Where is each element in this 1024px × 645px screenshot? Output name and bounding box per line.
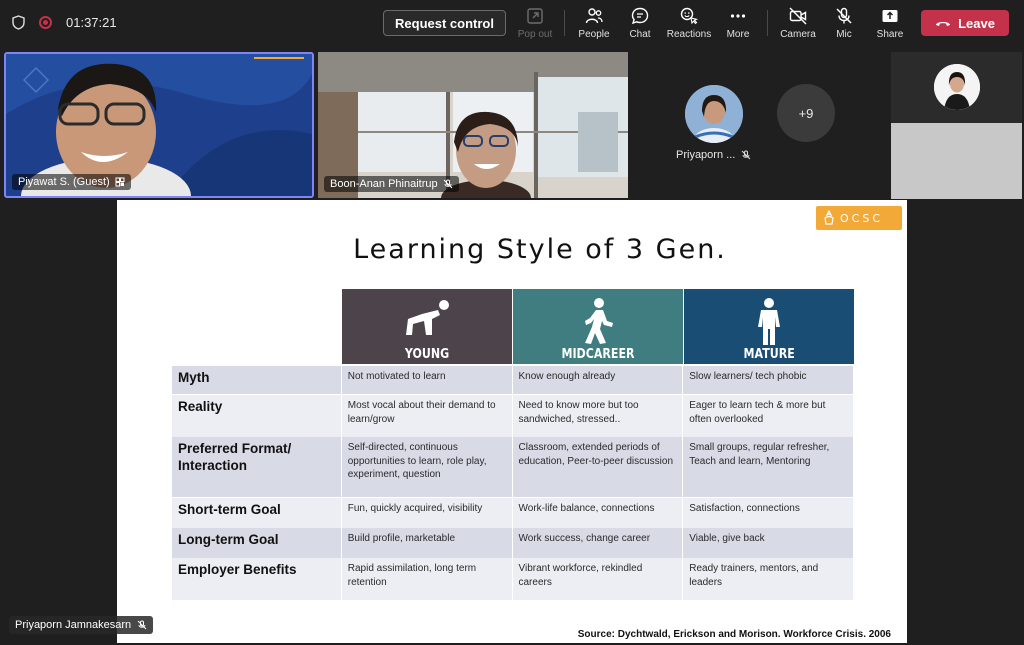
mic-off-icon	[443, 179, 452, 189]
share-button[interactable]: Share	[865, 6, 915, 42]
ocsc-emblem-icon	[824, 210, 834, 225]
camera-label: Camera	[780, 29, 816, 40]
row-category: Long-term Goal	[172, 528, 342, 558]
meeting-timer: 01:37:21	[66, 15, 117, 30]
cell-midcareer: Need to know more but too sandwiched, st…	[513, 395, 684, 437]
row-category: Employer Benefits	[172, 558, 342, 600]
cell-young: Build profile, marketable	[342, 528, 513, 558]
participant-name: Priyaporn ...	[676, 149, 736, 161]
cell-midcareer: Classroom, extended periods of education…	[513, 437, 684, 497]
cell-mature: Viable, give back	[683, 528, 854, 558]
pop-out-button[interactable]: Pop out	[510, 6, 560, 42]
cell-mature: Satisfaction, connections	[683, 498, 854, 528]
cell-midcareer: Know enough already	[513, 366, 684, 394]
cell-mature: Small groups, regular refresher, Teach a…	[683, 437, 854, 497]
share-icon	[882, 10, 898, 22]
row-category: Short-term Goal	[172, 498, 342, 528]
mic-off-icon	[836, 7, 852, 24]
cell-midcareer: Work-life balance, connections	[513, 498, 684, 528]
standing-person-icon	[758, 298, 780, 345]
people-icon	[585, 8, 603, 24]
participant-avatar[interactable]	[685, 85, 743, 143]
video-tile-boon-anan[interactable]: Boon-Anan Phinaitrup	[318, 52, 628, 198]
shared-slide: OCSC Learning Style of 3 Gen. YOUNG MIDC…	[117, 200, 907, 643]
reactions-icon	[680, 7, 699, 25]
crawling-person-icon	[406, 300, 449, 335]
column-header-young: YOUNG	[342, 289, 512, 364]
cell-young: Self-directed, continuous opportunities …	[342, 437, 513, 497]
recording-icon	[39, 16, 52, 29]
hang-up-icon	[936, 22, 951, 26]
request-control-button[interactable]: Request control	[383, 10, 506, 36]
participant-avatar-photo	[685, 85, 743, 143]
presenter-name-tag: Priyaporn Jamnakesarn	[9, 616, 154, 634]
chat-button[interactable]: Chat	[615, 6, 665, 42]
table-row: Reality Most vocal about their demand to…	[172, 395, 854, 437]
participant-name: Piyawat S. (Guest)	[18, 176, 110, 188]
column-label: MIDCAREER	[561, 347, 635, 362]
leave-button[interactable]: Leave	[921, 10, 1009, 36]
participant-name-tag: Boon-Anan Phinaitrup	[324, 176, 459, 192]
more-button[interactable]: More	[713, 6, 763, 42]
leave-label: Leave	[958, 15, 995, 31]
table-row: Employer Benefits Rapid assimilation, lo…	[172, 558, 854, 600]
cell-mature: Eager to learn tech & more but often ove…	[683, 395, 854, 437]
table-row: Myth Not motivated to learn Know enough …	[172, 366, 854, 394]
self-avatar	[934, 64, 980, 110]
cell-young: Most vocal about their demand to learn/g…	[342, 395, 513, 437]
ocsc-logo: OCSC	[816, 206, 902, 230]
avatar-name-row: Priyaporn ...	[676, 149, 751, 161]
table-row: Short-term Goal Fun, quickly acquired, v…	[172, 498, 854, 528]
video-tile-piyawat[interactable]: Piyawat S. (Guest)	[4, 52, 314, 198]
pop-out-icon	[527, 8, 543, 24]
table-row: Long-term Goal Build profile, marketable…	[172, 528, 854, 558]
pop-out-label: Pop out	[517, 29, 553, 40]
chat-label: Chat	[629, 29, 651, 40]
row-category: Preferred Format/ Interaction	[172, 437, 342, 497]
mic-label: Mic	[836, 29, 852, 40]
more-participants-button[interactable]: +9	[777, 84, 835, 142]
chat-icon	[631, 7, 649, 25]
column-label: MATURE	[743, 347, 795, 362]
walking-person-icon	[585, 298, 613, 344]
logo-text: OCSC	[840, 211, 884, 225]
cell-mature: Slow learners/ tech phobic	[683, 366, 854, 394]
more-icon	[730, 14, 746, 18]
reactions-label: Reactions	[666, 29, 712, 40]
toolbar-divider	[564, 10, 565, 36]
row-category: Myth	[172, 366, 342, 394]
people-button[interactable]: People	[569, 6, 619, 42]
cell-young: Rapid assimilation, long term retention	[342, 558, 513, 600]
table-row: Preferred Format/ Interaction Self-direc…	[172, 437, 854, 497]
row-category: Reality	[172, 395, 342, 437]
self-avatar-photo	[934, 64, 980, 110]
cell-young: Fun, quickly acquired, visibility	[342, 498, 513, 528]
participant-name-tag: Piyawat S. (Guest)	[12, 174, 131, 190]
toolbar-divider	[767, 10, 768, 36]
sharing-icon	[115, 177, 125, 187]
shield-icon	[12, 15, 25, 30]
camera-button[interactable]: Camera	[773, 6, 823, 42]
more-label: More	[726, 29, 750, 40]
slide-source: Source: Dychtwald, Erickson and Morison.…	[577, 629, 891, 640]
slide-title: Learning Style of 3 Gen.	[353, 234, 727, 265]
cell-mature: Ready trainers, mentors, and leaders	[683, 558, 854, 600]
column-header-midcareer: MIDCAREER	[513, 289, 683, 364]
mic-button[interactable]: Mic	[819, 6, 869, 42]
people-label: People	[578, 29, 610, 40]
column-label: YOUNG	[404, 347, 450, 362]
mic-off-icon	[741, 150, 751, 160]
self-view-tile[interactable]	[891, 52, 1022, 199]
share-label: Share	[876, 29, 904, 40]
mic-off-icon	[137, 620, 147, 630]
cell-midcareer: Vibrant workforce, rekindled careers	[513, 558, 684, 600]
reactions-button[interactable]: Reactions	[664, 6, 714, 42]
camera-off-icon	[789, 7, 807, 25]
cell-midcareer: Work success, change career	[513, 528, 684, 558]
cell-young: Not motivated to learn	[342, 366, 513, 394]
meeting-toolbar: 01:37:21 Request control Pop out People …	[0, 0, 1024, 46]
presenter-name: Priyaporn Jamnakesarn	[15, 619, 132, 631]
column-header-mature: MATURE	[684, 289, 854, 364]
participant-name: Boon-Anan Phinaitrup	[330, 178, 438, 190]
